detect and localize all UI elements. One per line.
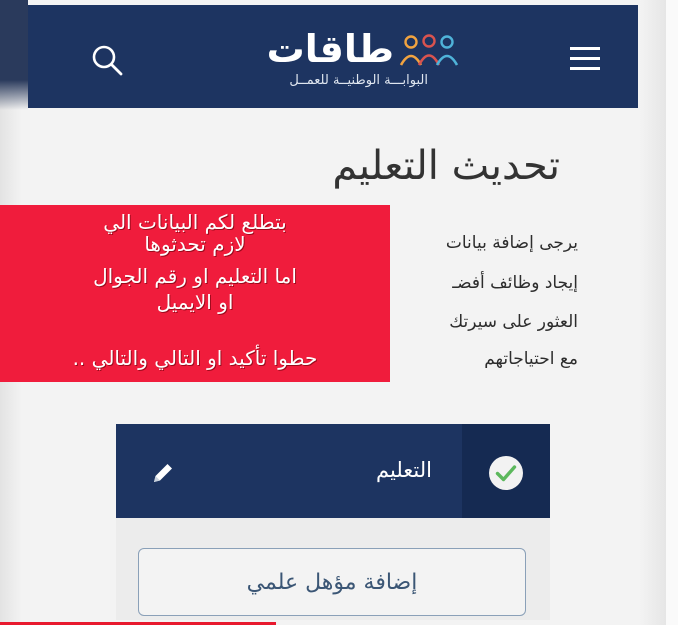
overlay-line: حطوا تأكيد او التالي والتالي .. — [72, 346, 318, 370]
paragraph-line: يرجى إضافة بيانات — [445, 233, 578, 253]
brand-name: طاقات — [266, 27, 394, 71]
education-panel-header[interactable]: التعليم — [116, 424, 550, 518]
status-block — [462, 424, 550, 518]
overlay-line: لازم تحدثوها — [144, 232, 246, 256]
overlay-line: بتطلع لكم البيانات الي — [103, 210, 287, 234]
header-edge-shadow — [0, 0, 28, 110]
paragraph-line: إيجاد وظائف أفضـ — [452, 273, 578, 293]
add-qualification-button[interactable]: إضافة مؤهل علمي — [138, 548, 526, 616]
edge-strip — [666, 0, 678, 625]
screen: طاقات البوابـــة الوطنيــة للعمــل تحديث… — [0, 0, 678, 625]
paragraph-line: العثور على سيرتك — [449, 312, 578, 332]
pencil-icon[interactable] — [150, 460, 176, 486]
check-circle-icon — [487, 454, 525, 492]
overlay-line: او الايميل — [156, 290, 234, 314]
education-panel: التعليم إضافة مؤهل علمي — [116, 424, 550, 620]
instruction-overlay: بتطلع لكم البيانات الي لازم تحدثوها اما … — [0, 205, 390, 382]
overlay-line: اما التعليم او رقم الجوال — [93, 264, 297, 288]
hamburger-menu-icon[interactable] — [567, 43, 603, 75]
mobile-viewport: طاقات البوابـــة الوطنيــة للعمــل تحديث… — [0, 0, 666, 625]
paragraph-line: مع احتياجاتهم — [484, 349, 578, 369]
brand-logo[interactable]: طاقات البوابـــة الوطنيــة للعمــل — [228, 25, 468, 95]
education-label: التعليم — [376, 458, 432, 482]
search-icon[interactable] — [88, 41, 128, 81]
site-header: طاقات البوابـــة الوطنيــة للعمــل — [28, 5, 638, 108]
people-logo-icon — [398, 33, 460, 69]
page-title: تحديث التعليم — [332, 143, 560, 189]
brand-tagline: البوابـــة الوطنيــة للعمــل — [289, 73, 428, 88]
